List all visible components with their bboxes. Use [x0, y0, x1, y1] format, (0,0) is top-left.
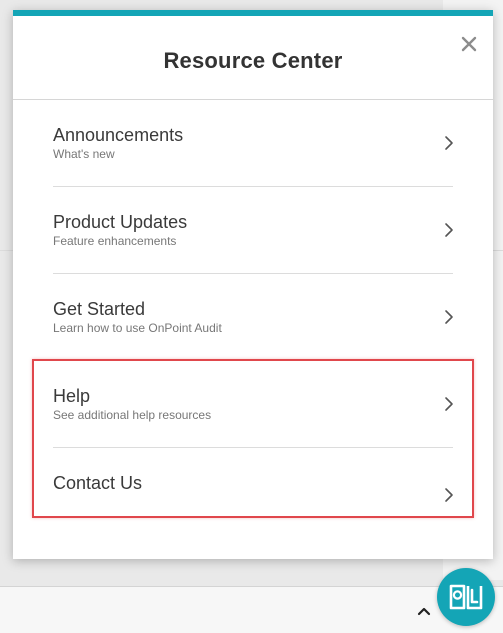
resource-center-launcher[interactable]: [437, 568, 495, 626]
menu-item-label: Contact Us: [53, 473, 143, 493]
chevron-right-icon: [445, 223, 453, 237]
menu-item-label: Get Started: [53, 299, 146, 319]
chevron-right-icon: [445, 136, 453, 150]
menu-item-label: Product Updates: [53, 212, 188, 232]
chevron-right-icon: [445, 397, 453, 411]
menu-item-sublabel: Learn how to use OnPoint Audit: [53, 321, 222, 335]
menu-item-product-updates[interactable]: Product Updates Feature enhancements: [53, 187, 453, 273]
resource-book-icon: [449, 584, 483, 610]
menu-item-sublabel: What's new: [53, 147, 115, 161]
close-icon[interactable]: [459, 34, 479, 54]
menu-item-help[interactable]: Help See additional help resources: [53, 361, 453, 447]
menu-item-label: Announcements: [53, 125, 184, 145]
menu-item-sublabel: See additional help resources: [53, 408, 212, 422]
panel-header: Resource Center: [13, 16, 493, 100]
menu-item-label: Help: [53, 386, 91, 406]
menu-item-contact-us[interactable]: Contact Us: [53, 448, 453, 534]
menu-item-get-started[interactable]: Get Started Learn how to use OnPoint Aud…: [53, 274, 453, 360]
menu-item-announcements[interactable]: Announcements What's new: [53, 100, 453, 186]
panel-title: Resource Center: [163, 48, 343, 73]
chevron-up-icon[interactable]: [415, 602, 433, 620]
resource-center-panel: Resource Center Announcements What's new…: [13, 10, 493, 559]
chevron-right-icon: [445, 488, 453, 502]
chevron-right-icon: [445, 310, 453, 324]
menu-item-sublabel: Feature enhancements: [53, 234, 177, 248]
